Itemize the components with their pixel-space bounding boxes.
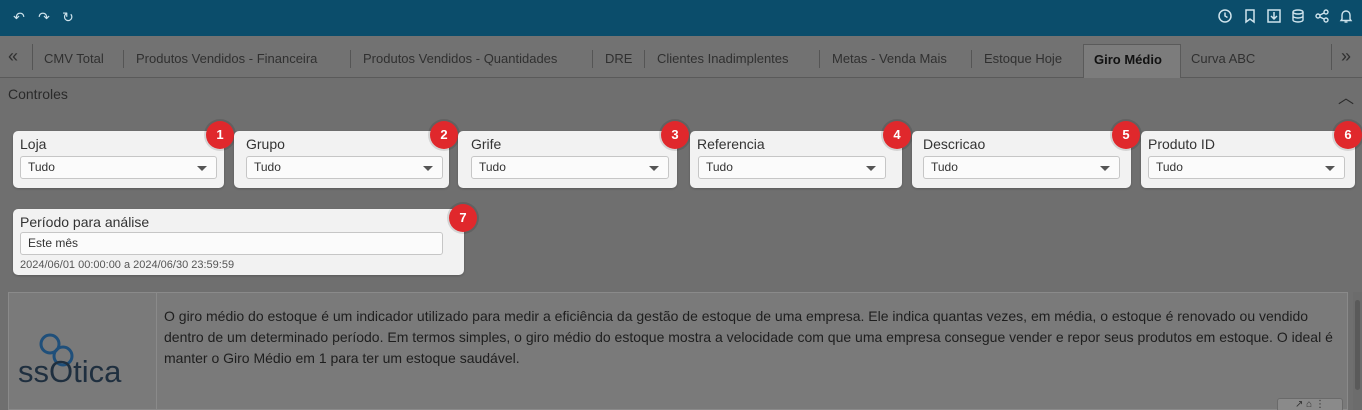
expand-icon[interactable]: ↗ [1295,399,1303,410]
grife-select[interactable]: Tudo [471,156,669,179]
filter-card-produto-id: Produto ID Tudo [1141,131,1355,188]
info-panel: ssOtica O giro médio do estoque é um ind… [8,292,1348,410]
logo-wordmark: ssOtica [18,354,122,389]
undo-icon[interactable]: ↶ [10,8,28,26]
descricao-select[interactable]: Tudo [923,156,1120,179]
controls-title: Controles [8,86,68,102]
chevron-down-icon [1100,166,1110,171]
tab-giro-medio[interactable]: Giro Médio [1083,44,1181,78]
refresh-icon[interactable]: ↻ [59,8,77,26]
step-badge: 4 [883,121,911,149]
redo-icon[interactable]: ↷ [35,8,53,26]
download-icon[interactable] [1265,8,1283,26]
filter-label: Grife [471,136,502,152]
tab-estoque-hoje[interactable]: Estoque Hoje [984,44,1079,78]
lock-icon[interactable]: ⌂ [1306,399,1312,410]
loja-select[interactable]: Tudo [20,156,217,179]
filter-label: Referencia [697,136,765,152]
grupo-select[interactable]: Tudo [246,156,443,179]
step-badge: 1 [206,121,234,149]
scrollbar-thumb[interactable] [1355,300,1360,390]
top-toolbar: ↶ ↷ ↻ [0,0,1362,36]
filter-label: Loja [20,136,47,152]
step-badge: 6 [1334,121,1362,149]
share-icon[interactable] [1313,8,1331,26]
select-value: Tudo [706,160,733,174]
select-value: Tudo [479,160,506,174]
select-value: Tudo [28,160,55,174]
tab-metas-venda-mais[interactable]: Metas - Venda Mais [832,44,972,78]
ssotica-logo: ssOtica [9,293,157,410]
tab-produtos-vendidos-quantidades[interactable]: Produtos Vendidos - Quantidades [363,44,593,78]
select-value: Tudo [1156,160,1183,174]
produto-id-select[interactable]: Tudo [1148,156,1345,179]
tab-cmv-total[interactable]: CMV Total [44,44,124,78]
bookmark-icon[interactable] [1241,8,1259,26]
tab-divider [32,44,33,70]
indicator-description: O giro médio do estoque é um indicador u… [164,308,1333,366]
history-icon[interactable] [1216,8,1234,26]
filter-card-periodo: Período para análise Este mês 2024/06/01… [13,209,464,275]
select-value: Este mês [28,236,79,250]
filter-card-referencia: Referencia Tudo [690,131,902,188]
filter-card-grupo: Grupo Tudo [234,131,449,188]
tab-dre[interactable]: DRE [605,44,645,78]
filter-card-grife: Grife Tudo [458,131,677,188]
tab-bar: « » CMV Total Produtos Vendidos - Financ… [0,36,1362,78]
bell-icon[interactable] [1337,8,1355,26]
chevron-down-icon [423,166,433,171]
select-value: Tudo [931,160,958,174]
step-badge: 7 [449,204,477,232]
step-badge: 3 [661,121,689,149]
database-icon[interactable] [1289,8,1307,26]
tab-divider [1331,44,1332,70]
tab-clientes-inadimplentes[interactable]: Clientes Inadimplentes [657,44,820,78]
chevron-down-icon [197,166,207,171]
tab-produtos-vendidos-financeira[interactable]: Produtos Vendidos - Financeira [136,44,351,78]
filter-label: Descricao [923,136,986,152]
panel-tools[interactable]: ↗ ⌂ ⋮ [1277,398,1343,410]
collapse-chevron-up-icon[interactable]: ︿ [1338,84,1354,108]
step-badge: 2 [430,121,458,149]
more-icon[interactable]: ⋮ [1315,399,1325,410]
filter-label: Produto ID [1148,136,1215,152]
chevron-down-icon [866,166,876,171]
step-badge: 5 [1112,121,1140,149]
tab-scroll-left-icon[interactable]: « [8,46,18,67]
chevron-down-icon [649,166,659,171]
tab-scroll-right-icon[interactable]: » [1341,46,1351,67]
tab-curva-abc[interactable]: Curva ABC [1191,44,1271,78]
select-value: Tudo [254,160,281,174]
chevron-down-icon [1325,166,1335,171]
filter-label: Grupo [246,136,285,152]
filter-card-loja: Loja Tudo [13,131,224,188]
referencia-select[interactable]: Tudo [698,156,886,179]
periodo-input[interactable]: Este mês [20,232,443,255]
period-range-text: 2024/06/01 00:00:00 a 2024/06/30 23:59:5… [20,259,235,271]
filter-label: Período para análise [20,214,150,230]
filter-card-descricao: Descricao Tudo [912,131,1131,188]
